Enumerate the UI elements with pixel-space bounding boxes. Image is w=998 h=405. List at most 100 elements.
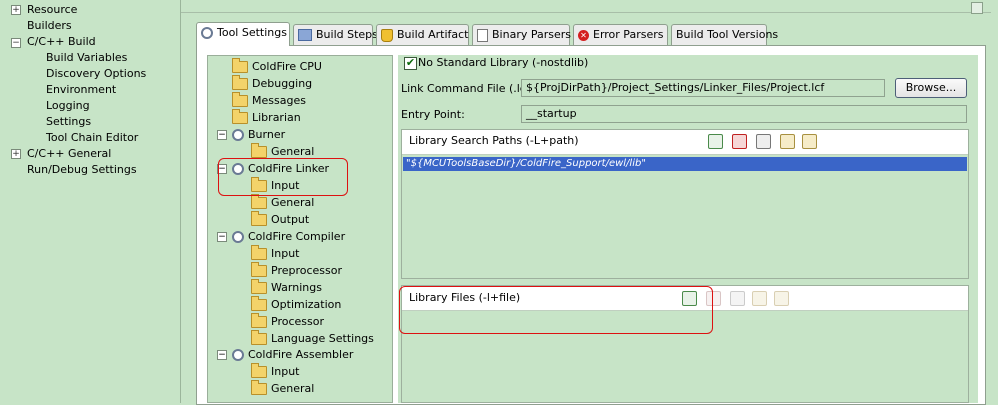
tool-tree-label: Librarian — [252, 111, 301, 124]
tool-tree-item[interactable]: Preprocessor — [251, 262, 343, 279]
tab-label: Build Tool Versions — [676, 28, 779, 41]
tool-tree-item-coldfire-assembler[interactable]: ColdFire Assembler — [232, 347, 353, 363]
tree-item-run-debug-settings[interactable]: Run/Debug Settings — [27, 162, 137, 178]
entry-point-label: Entry Point: — [401, 108, 465, 121]
scroll-button[interactable] — [971, 2, 983, 14]
tool-tree-item[interactable]: Messages — [232, 92, 306, 109]
highlight-coldfire-linker-input — [218, 158, 348, 196]
tool-tree-item-coldfire-compiler[interactable]: ColdFire Compiler — [232, 229, 345, 245]
tree-item-cpp-build[interactable]: C/C++ Build — [27, 34, 96, 50]
tool-tree-item[interactable]: General — [251, 194, 315, 211]
tool-tree-label: Messages — [252, 94, 306, 107]
tool-tree-label: Burner — [248, 128, 286, 141]
gear-icon — [232, 129, 244, 141]
tool-tree-label: Language Settings — [271, 332, 374, 345]
tree-item-resource[interactable]: Resource — [27, 2, 77, 18]
tool-tree-item[interactable]: Processor — [251, 313, 324, 330]
folder-icon — [251, 313, 267, 328]
gear-icon — [232, 349, 244, 361]
add-icon[interactable] — [708, 134, 723, 149]
folder-icon — [251, 279, 267, 294]
tab-label: Binary Parsers — [492, 28, 571, 41]
tool-tree-label: Input — [271, 247, 300, 260]
tool-tree-item[interactable]: Optimization — [251, 296, 342, 313]
tab-error-parsers[interactable]: ✕ Error Parsers — [573, 24, 668, 45]
tool-tree-item[interactable]: Input — [251, 363, 300, 380]
tool-tree-item[interactable]: Librarian — [232, 109, 301, 126]
gear-icon — [201, 27, 213, 39]
folder-icon — [251, 262, 267, 277]
tab-build-tool-versions[interactable]: Build Tool Versions — [671, 24, 778, 45]
tool-tree-item-burner[interactable]: Burner — [232, 127, 285, 143]
tool-tree-label: General — [271, 382, 315, 395]
edit-icon[interactable] — [756, 134, 771, 149]
search-path-row[interactable]: "${MCUToolsBaseDir}/ColdFire_Support/ewl… — [403, 157, 967, 171]
tool-tree-label: Preprocessor — [271, 264, 343, 277]
collapse-icon[interactable]: − — [217, 350, 227, 360]
tool-tree-item[interactable]: Output — [251, 211, 310, 228]
tool-tree-label: Optimization — [271, 298, 342, 311]
tool-tree-item[interactable]: General — [251, 380, 315, 397]
tree-item-build-variables[interactable]: Build Variables — [46, 50, 127, 66]
tree-item-discovery-options[interactable]: Discovery Options — [46, 66, 146, 82]
folder-icon — [251, 363, 267, 378]
folder-icon — [232, 75, 248, 90]
tree-item-cpp-general[interactable]: C/C++ General — [27, 146, 111, 162]
tool-tree-label: Debugging — [252, 77, 313, 90]
library-search-paths-group — [401, 129, 969, 279]
tool-tree-label: Input — [271, 365, 300, 378]
expand-resource-icon[interactable]: + — [11, 5, 21, 15]
folder-icon — [251, 245, 267, 260]
preferences-tree: + Resource Builders − C/C++ Build Build … — [0, 0, 181, 403]
tab-build-artifact[interactable]: Build Artifact — [376, 24, 469, 45]
tab-label: Build Artifact — [397, 28, 469, 41]
tool-tree-label: ColdFire CPU — [252, 60, 322, 73]
tab-build-steps[interactable]: Build Steps — [293, 24, 378, 45]
browse-button[interactable]: Browse... — [895, 78, 967, 98]
edit-icon[interactable] — [730, 291, 745, 306]
tab-tool-settings[interactable]: Tool Settings — [196, 22, 290, 46]
collapse-icon[interactable]: − — [217, 232, 227, 242]
move-up-icon[interactable] — [780, 134, 795, 149]
move-down-icon[interactable] — [774, 291, 789, 306]
tool-tree-item[interactable]: Input — [251, 245, 300, 262]
tree-item-environment[interactable]: Environment — [46, 82, 116, 98]
build-steps-icon — [298, 29, 312, 41]
folder-icon — [251, 143, 267, 158]
tool-tree-item[interactable]: Debugging — [232, 75, 313, 92]
tool-tree-item[interactable]: Warnings — [251, 279, 322, 296]
tool-tree-item[interactable]: Language Settings — [251, 330, 374, 347]
gear-icon — [232, 231, 244, 243]
lcf-label: Link Command File (.lcf) — [401, 82, 535, 95]
move-down-icon[interactable] — [802, 134, 817, 149]
folder-icon — [251, 330, 267, 345]
tool-tree-label: General — [271, 196, 315, 209]
tree-item-logging[interactable]: Logging — [46, 98, 90, 114]
tab-binary-parsers[interactable]: Binary Parsers — [472, 24, 571, 45]
folder-icon — [232, 92, 248, 107]
tool-tree-label: Processor — [271, 315, 324, 328]
move-up-icon[interactable] — [752, 291, 767, 306]
expand-cpp-general-icon[interactable]: + — [11, 149, 21, 159]
no-standard-library-label: No Standard Library (-nostdlib) — [418, 56, 589, 69]
folder-icon — [251, 380, 267, 395]
library-search-paths-title: Library Search Paths (-L+path) — [409, 134, 579, 147]
tree-item-tool-chain-editor[interactable]: Tool Chain Editor — [46, 130, 138, 146]
tree-item-settings[interactable]: Settings — [46, 114, 91, 130]
tool-tree-label: Output — [271, 213, 310, 226]
tree-item-builders[interactable]: Builders — [27, 18, 72, 34]
tool-tree-label: Warnings — [271, 281, 322, 294]
entry-point-field[interactable]: __startup — [521, 105, 967, 123]
folder-icon — [251, 211, 267, 226]
tool-tree-label: ColdFire Assembler — [248, 348, 354, 361]
collapse-icon[interactable]: − — [217, 130, 227, 140]
no-standard-library-checkbox[interactable]: ✔ — [404, 57, 417, 70]
delete-icon[interactable] — [732, 134, 747, 149]
lcf-field[interactable]: ${ProjDirPath}/Project_Settings/Linker_F… — [521, 79, 885, 97]
highlight-library-files — [399, 286, 713, 334]
tool-tree-label: ColdFire Compiler — [248, 230, 346, 243]
tool-tree-label: General — [271, 145, 315, 158]
folder-icon — [251, 194, 267, 209]
tool-tree-item[interactable]: ColdFire CPU — [232, 58, 322, 75]
collapse-cpp-build-icon[interactable]: − — [11, 38, 21, 48]
